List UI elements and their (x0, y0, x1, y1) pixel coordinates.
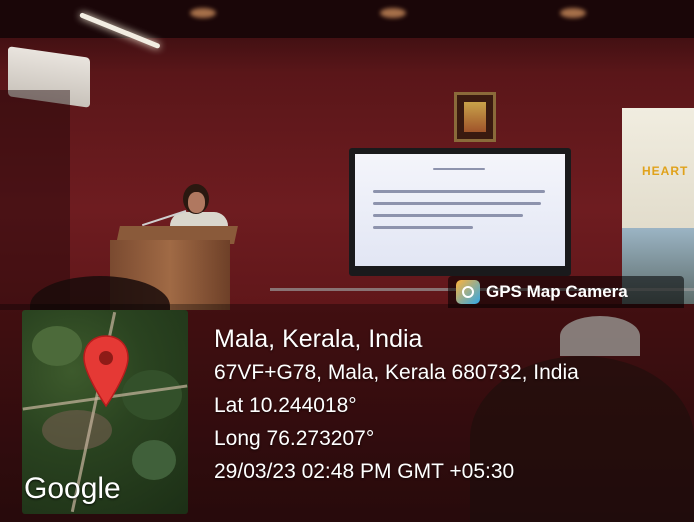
map-thumbnail: Google (22, 310, 188, 514)
ceiling-spot (380, 8, 406, 18)
location-info: Mala, Kerala, India 67VF+G78, Mala, Kera… (214, 322, 579, 488)
latitude: Lat 10.244018° (214, 394, 357, 417)
longitude: Long 76.273207° (214, 427, 375, 450)
wall-picture-frame (454, 92, 496, 142)
slide-text-line (373, 214, 523, 217)
address: 67VF+G78, Mala, Kerala 680732, India (214, 361, 579, 384)
slide-text-line (373, 202, 541, 205)
standee-banner: HEART (622, 108, 694, 304)
wall-shadow (0, 90, 70, 310)
speaker-face (188, 192, 205, 213)
map-buildings (42, 410, 112, 450)
ceiling-spot (560, 8, 586, 18)
slide-text-line (373, 226, 473, 229)
banner-text: HEART (642, 164, 689, 178)
slide-heading-line (433, 168, 485, 170)
ceiling (0, 0, 694, 38)
presentation-screen (349, 148, 571, 276)
map-vegetation (32, 326, 82, 366)
map-vegetation (132, 440, 176, 480)
camera-app-icon (456, 280, 480, 304)
datetime: 29/03/23 02:48 PM GMT +05:30 (214, 460, 515, 483)
lecture-hall-photo: HEART GPS Map Camera Google Mala, Kerala… (0, 0, 694, 522)
map-pin-icon (83, 335, 129, 408)
slide-text-line (373, 190, 545, 193)
camera-badge-label: GPS Map Camera (486, 282, 628, 301)
wall-picture (464, 102, 486, 132)
map-brand-label: Google (24, 472, 121, 505)
screen-slide (355, 154, 565, 266)
ceiling-spot (190, 8, 216, 18)
location-title: Mala, Kerala, India (214, 325, 423, 353)
gps-camera-badge: GPS Map Camera (448, 276, 684, 308)
